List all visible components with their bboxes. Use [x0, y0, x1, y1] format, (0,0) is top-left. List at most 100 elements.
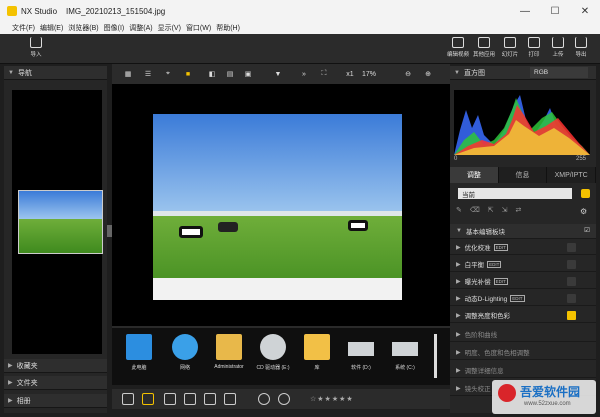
other-apps-button[interactable]: 其他应用: [472, 36, 496, 58]
computer-icon: [126, 334, 152, 360]
zoom-factor[interactable]: x1: [344, 68, 356, 80]
menu-window[interactable]: 窗口(W): [186, 23, 211, 33]
list-view-icon[interactable]: ☰: [142, 68, 154, 80]
zoom-in-icon[interactable]: ⊕: [422, 68, 434, 80]
filmstrip-item[interactable]: 此电脑: [118, 334, 160, 371]
cd-drive-icon: [260, 334, 286, 360]
minimize-icon[interactable]: —: [510, 0, 540, 22]
image-viewer[interactable]: [112, 84, 450, 326]
table-icon[interactable]: [184, 393, 196, 405]
metadata-icon[interactable]: [204, 393, 216, 405]
filmstrip-item[interactable]: 软件 (D:): [340, 334, 382, 371]
histogram-min-label: 0: [454, 156, 458, 162]
histogram-max-label: 255: [576, 156, 587, 162]
map-view-icon[interactable]: ⌖: [162, 68, 174, 80]
nav-panel-header[interactable]: ▼ 导航: [4, 66, 107, 80]
edit-tools-row[interactable]: ✎⌫⇱⇲⇄: [456, 206, 590, 220]
edit-video-button[interactable]: 编辑视频: [446, 36, 470, 58]
pair-icon[interactable]: [142, 393, 154, 405]
histogram-toggle-icon[interactable]: [224, 393, 236, 405]
watermark-logo-icon: [498, 384, 516, 402]
section-details[interactable]: ▶ 调整详细信息: [450, 363, 596, 378]
item-checkbox[interactable]: [567, 294, 576, 303]
rotate-left-icon[interactable]: [258, 393, 270, 405]
gear-icon[interactable]: ⚙: [580, 207, 587, 216]
import-icon: [30, 37, 42, 48]
close-icon[interactable]: ✕: [570, 0, 600, 22]
upload-button[interactable]: 上传: [546, 36, 570, 58]
menu-image[interactable]: 图像(I): [104, 23, 125, 33]
preset-select[interactable]: 当前: [458, 188, 572, 199]
menu-view[interactable]: 显示(V): [158, 23, 181, 33]
chevron-down-icon: ▼: [454, 69, 460, 76]
edit-video-icon: [452, 37, 464, 48]
drive-icon: [348, 342, 374, 356]
display-mode-icon[interactable]: ▼: [272, 68, 284, 80]
filmstrip-item[interactable]: Administrator: [208, 334, 250, 370]
edit-item[interactable]: ▶ 白平衡 EDIT: [450, 257, 596, 272]
zoom-out-icon[interactable]: ⊖: [402, 68, 414, 80]
left-panel: ▼ 导航 ▶ 收藏夹 ▶ 文件夹 ▶ 相册: [4, 66, 107, 413]
item-checkbox[interactable]: [567, 277, 576, 286]
filmstrip-item[interactable]: 库: [296, 334, 338, 371]
channel-select[interactable]: RGB: [530, 67, 588, 78]
full-view-icon[interactable]: ▣: [242, 68, 254, 80]
rating-stars[interactable]: ☆★★★★★: [310, 395, 354, 403]
menu-browser[interactable]: 浏览器(B): [68, 23, 98, 33]
export-button[interactable]: 导出: [569, 36, 593, 58]
compare-view-icon[interactable]: ◧: [206, 68, 218, 80]
histogram-panel-header[interactable]: ▼ 直方图 RGB: [450, 66, 596, 80]
filmstrip-item[interactable]: 网络: [164, 334, 206, 371]
item-checkbox[interactable]: [567, 260, 576, 269]
folders-panel-header[interactable]: ▶ 文件夹: [4, 376, 107, 390]
menu-help[interactable]: 帮助(H): [216, 23, 240, 33]
zoom-percent[interactable]: 17%: [362, 68, 390, 80]
import-button[interactable]: 导入: [24, 36, 48, 58]
tab-xmp[interactable]: XMP/IPTC: [547, 167, 597, 183]
view-toolbar: ▦ ☰ ⌖ ■ ◧ ▤ ▣ ▼ » ⛶ x1 17% ⊖ ⊕: [112, 64, 450, 84]
filmstrip-item[interactable]: CD 驱动器 (E:): [252, 334, 294, 371]
histogram-graph: [454, 95, 590, 155]
basic-edit-header[interactable]: ▼ 基本编辑板块 ☑: [450, 224, 596, 239]
navigator-view[interactable]: [12, 90, 103, 354]
section-levels[interactable]: ▶ 色阶和曲线: [450, 327, 596, 342]
albums-panel-header[interactable]: ▶ 相册: [4, 394, 107, 408]
rotate-right-icon[interactable]: [278, 393, 290, 405]
info-icon[interactable]: [164, 393, 176, 405]
fit-screen-icon[interactable]: ⛶: [318, 68, 330, 80]
tab-adjust[interactable]: 调整: [450, 167, 499, 183]
menu-edit[interactable]: 编辑(E): [40, 23, 63, 33]
library-icon: [304, 334, 330, 360]
slideshow-icon: [504, 37, 516, 48]
stack-icon[interactable]: [122, 393, 134, 405]
item-checkbox[interactable]: [567, 243, 576, 252]
app-window: NX Studio IMG_20210213_151504.jpg — ☐ ✕ …: [0, 0, 600, 417]
print-button[interactable]: 打印: [522, 36, 546, 58]
item-checkbox[interactable]: [567, 311, 576, 320]
more-icon[interactable]: »: [298, 68, 310, 80]
multi-view-icon[interactable]: ▤: [224, 68, 236, 80]
navigator-thumbnail[interactable]: [18, 190, 103, 254]
chevron-down-icon: ▼: [8, 69, 14, 76]
section-lch[interactable]: ▶ 明度、色度和色相调整: [450, 345, 596, 360]
preset-checkbox[interactable]: [581, 189, 590, 198]
single-view-icon[interactable]: ■: [182, 68, 194, 80]
bottom-toolbar: ☆★★★★★: [112, 389, 450, 409]
edit-checkbox-icon[interactable]: ☑: [584, 226, 590, 234]
edit-item[interactable]: ▶ 动态D-Lighting EDIT: [450, 291, 596, 306]
favorites-panel-header[interactable]: ▶ 收藏夹: [4, 359, 107, 373]
network-icon: [172, 334, 198, 360]
menu-file[interactable]: 文件(F): [12, 23, 35, 33]
menu-adjust[interactable]: 调整(A): [129, 23, 152, 33]
edit-item[interactable]: ▶ 调整亮度和色彩: [450, 308, 596, 323]
grid-view-icon[interactable]: ▦: [122, 68, 134, 80]
maximize-icon[interactable]: ☐: [540, 0, 570, 22]
slideshow-button[interactable]: 幻灯片: [498, 36, 522, 58]
filmstrip-item[interactable]: 系统 (C:): [384, 334, 426, 371]
filmstrip-scrollbar[interactable]: [434, 334, 437, 378]
edit-item[interactable]: ▶ 曝光补偿 EDIT: [450, 274, 596, 289]
edit-item[interactable]: ▶ 优化校准 EDIT: [450, 240, 596, 255]
tab-info[interactable]: 信息: [498, 167, 548, 183]
histogram: [454, 90, 590, 155]
title-bar: NX Studio IMG_20210213_151504.jpg — ☐ ✕: [0, 0, 600, 22]
